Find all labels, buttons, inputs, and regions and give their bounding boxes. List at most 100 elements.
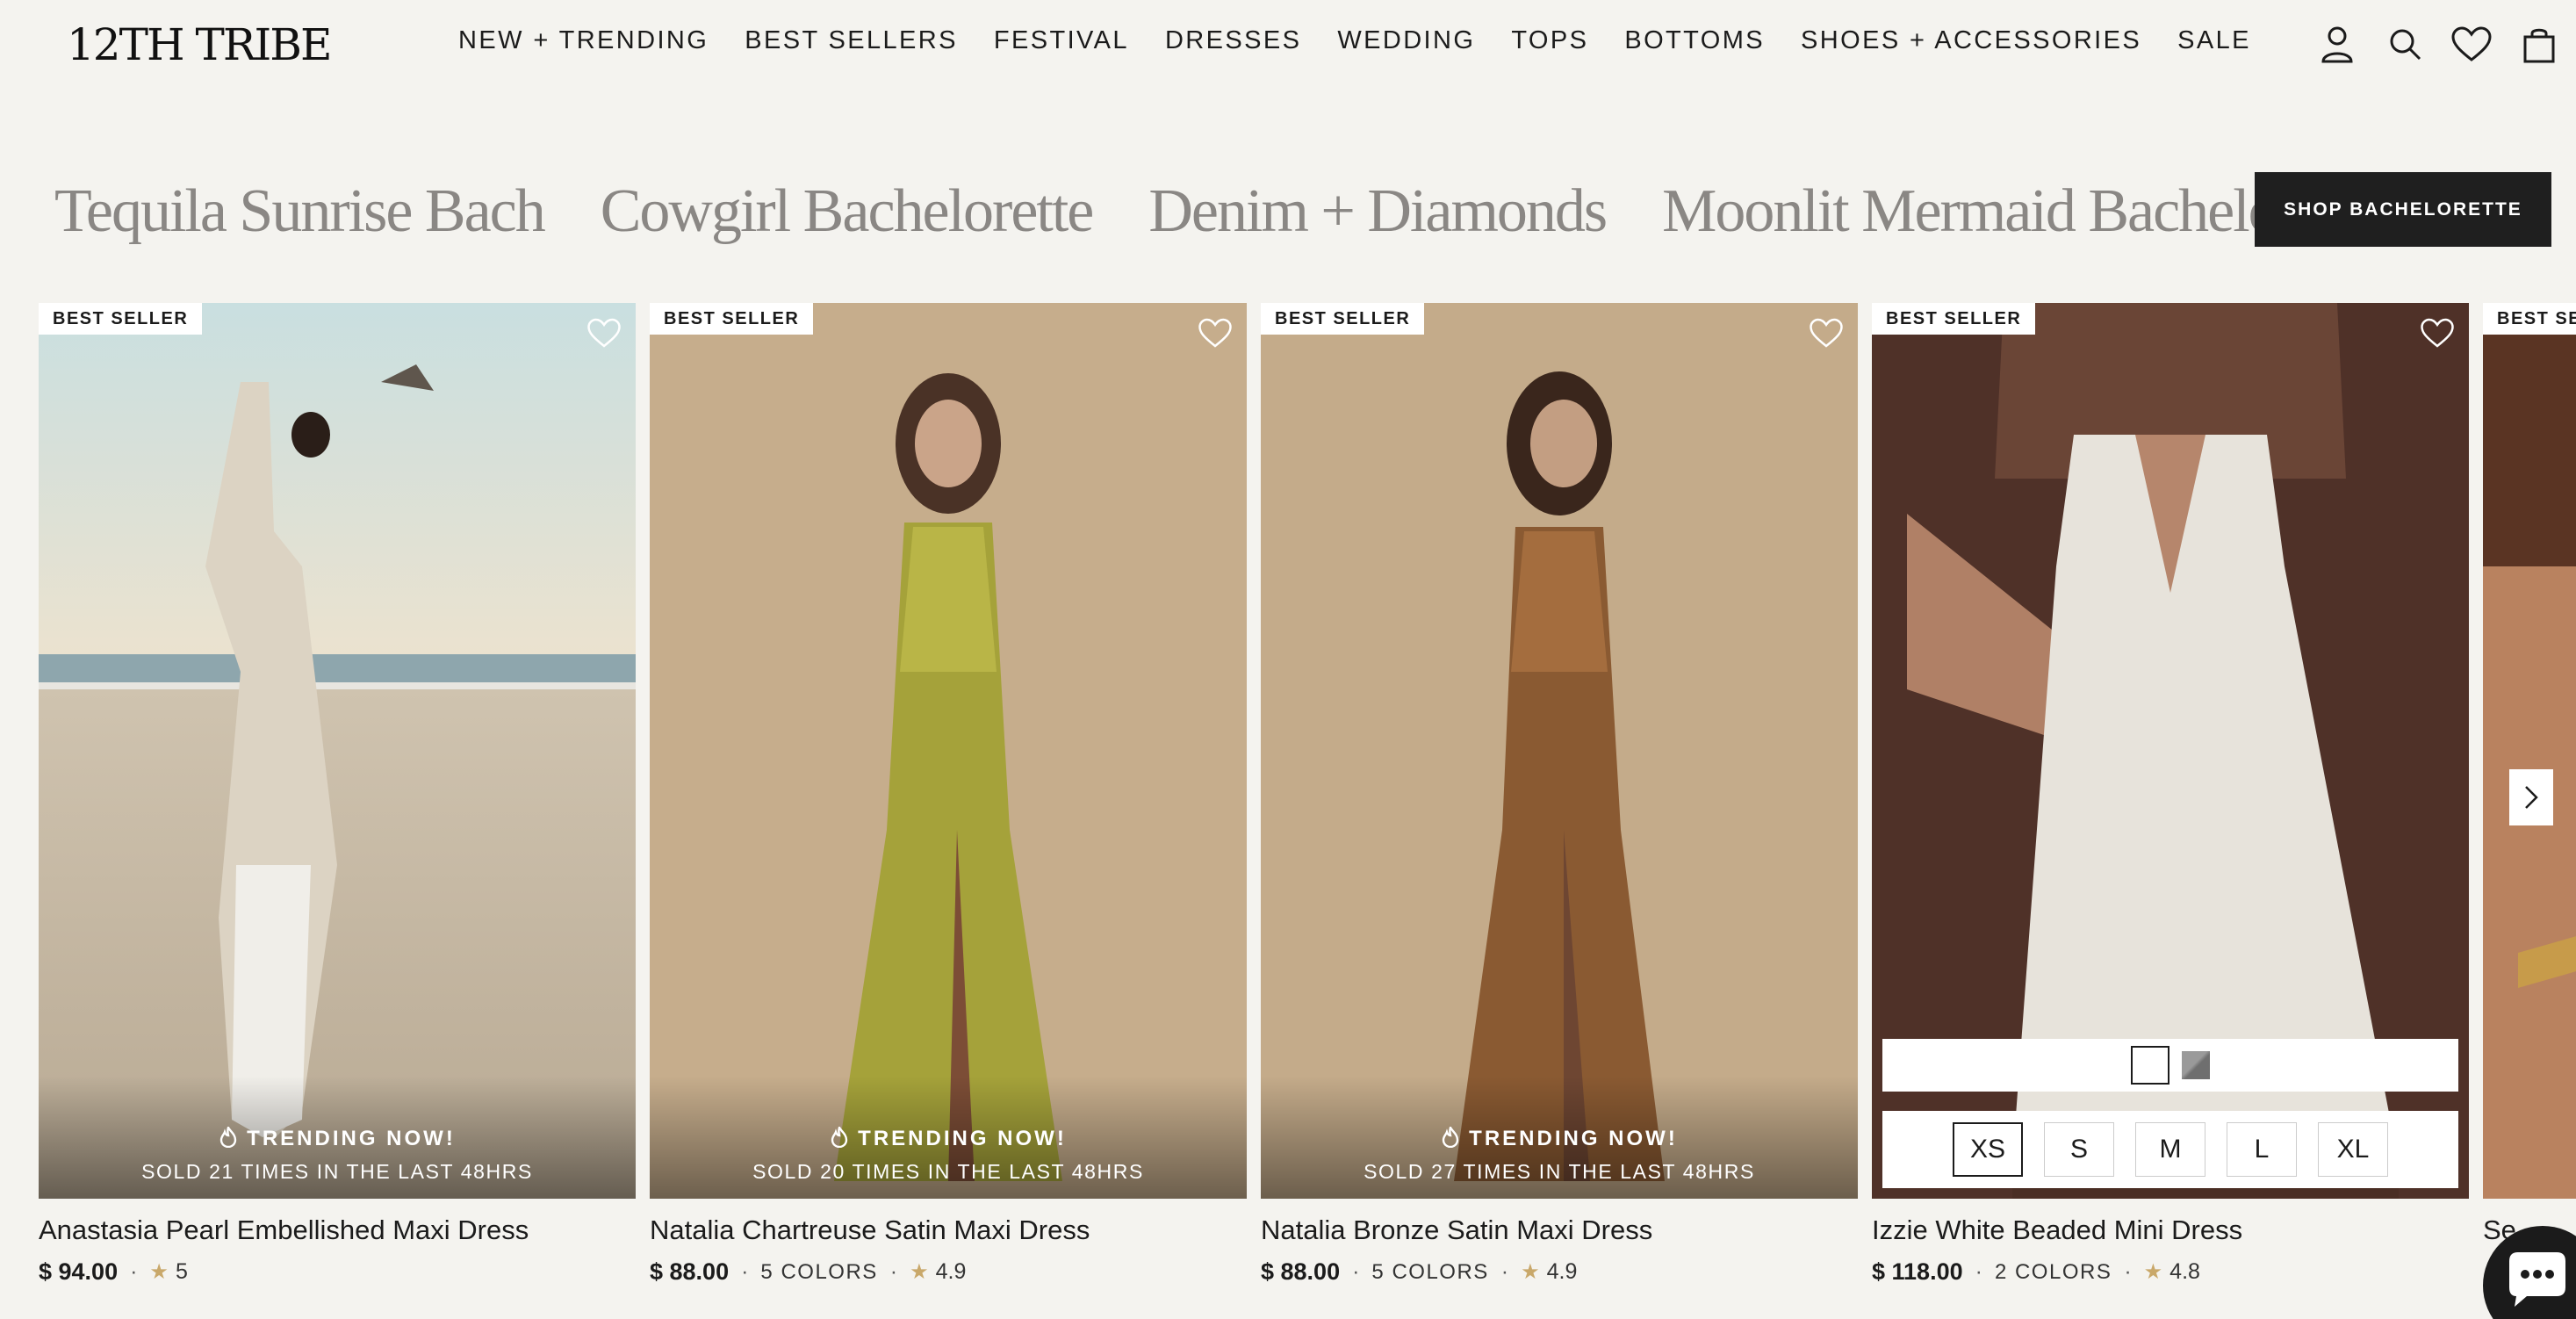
swatch-grey[interactable] <box>2182 1051 2210 1079</box>
best-seller-badge: BEST SE <box>2483 303 2576 335</box>
wishlist-heart-icon[interactable] <box>2420 315 2455 350</box>
nav-item-sale[interactable]: SALE <box>2177 26 2251 55</box>
wishlist-heart-icon[interactable] <box>1198 315 1233 350</box>
product-name[interactable]: Izzie White Beaded Mini Dress <box>1872 1213 2469 1248</box>
nav-item-dresses[interactable]: DRESSES <box>1165 26 1301 55</box>
product-color-count[interactable]: 5 COLORS <box>760 1260 877 1285</box>
collection-denim-diamonds[interactable]: Denim + Diamonds <box>1148 172 1608 251</box>
beach-photo <box>39 303 636 1199</box>
product-color-count[interactable]: 2 COLORS <box>1995 1260 2112 1285</box>
nav-item-new-trending[interactable]: NEW + TRENDING <box>458 26 709 55</box>
star-icon: ★ <box>149 1260 169 1284</box>
size-xl[interactable]: XL <box>2318 1122 2388 1177</box>
product-rating: 4.8 <box>2169 1259 2200 1284</box>
trending-label: TRENDING NOW! <box>1469 1127 1678 1150</box>
separator: · <box>1975 1259 1982 1284</box>
product-image[interactable]: BEST SELLER TRENDING NOW! SOLD 21 TIMES … <box>39 303 636 1199</box>
product-card[interactable]: BEST SELLER TRENDING NOW! SOLD 27 TIMES … <box>1261 303 1858 1286</box>
nav-item-wedding[interactable]: WEDDING <box>1337 26 1475 55</box>
product-image[interactable]: BEST SELLER TRENDING NOW! SOLD 20 TIMES … <box>650 303 1247 1199</box>
bronze-dress-photo <box>1261 303 1858 1199</box>
best-seller-badge: BEST SELLER <box>1261 303 1425 335</box>
trending-overlay: TRENDING NOW! SOLD 20 TIMES IN THE LAST … <box>650 1076 1247 1199</box>
best-seller-badge: BEST SELLER <box>650 303 814 335</box>
product-image[interactable]: BEST SE <box>2483 303 2576 1199</box>
wishlist-heart-icon[interactable] <box>1809 315 1844 350</box>
search-icon[interactable] <box>2380 19 2429 68</box>
chat-bubble-icon <box>2509 1252 2565 1307</box>
product-image[interactable]: BEST SELLER XS S M L XL <box>1872 303 2469 1199</box>
product-price: $ 118.00 <box>1872 1258 1963 1285</box>
star-icon: ★ <box>910 1260 929 1284</box>
product-price: $ 94.00 <box>39 1258 119 1285</box>
chat-widget-button[interactable] <box>2483 1226 2576 1319</box>
flame-icon <box>219 1127 237 1148</box>
main-nav: NEW + TRENDING BEST SELLERS FESTIVAL DRE… <box>458 26 2287 55</box>
trending-label: TRENDING NOW! <box>858 1127 1067 1150</box>
product-name[interactable]: Anastasia Pearl Embellished Maxi Dress <box>39 1213 636 1248</box>
size-s[interactable]: S <box>2044 1122 2114 1177</box>
best-seller-badge: BEST SELLER <box>39 303 203 335</box>
carousel-next-button[interactable] <box>2509 769 2553 825</box>
separator: · <box>1352 1259 1360 1284</box>
product-meta: $ 94.00 · ★ 5 <box>39 1258 636 1286</box>
separator: · <box>130 1259 138 1284</box>
color-swatch-bar <box>1882 1039 2458 1092</box>
star-icon: ★ <box>2143 1260 2163 1284</box>
flame-icon <box>1442 1127 1459 1148</box>
product-meta: $ 88.00 · 5 COLORS · ★ 4.9 <box>650 1258 1247 1286</box>
separator: · <box>1500 1259 1509 1284</box>
nav-item-best-sellers[interactable]: BEST SELLERS <box>745 26 958 55</box>
nav-item-tops[interactable]: TOPS <box>1511 26 1588 55</box>
size-xs[interactable]: XS <box>1953 1122 2023 1177</box>
chevron-right-icon <box>2525 786 2538 809</box>
collection-tequila-sunrise[interactable]: Tequila Sunrise Bach <box>54 172 546 251</box>
product-rating: 5 <box>175 1259 188 1284</box>
collection-links: Tequila Sunrise Bach Cowgirl Bachelorett… <box>54 172 2434 251</box>
best-seller-badge: BEST SELLER <box>1872 303 2036 335</box>
product-rating: 4.9 <box>1546 1259 1578 1284</box>
wishlist-heart-icon[interactable] <box>586 315 622 350</box>
size-m[interactable]: M <box>2135 1122 2205 1177</box>
shop-bachelorette-button[interactable]: SHOP BACHELORETTE <box>2255 172 2551 247</box>
brand-logo[interactable]: 12TH TRIBE <box>67 18 332 72</box>
collection-cowgirl[interactable]: Cowgirl Bachelorette <box>601 172 1095 251</box>
site-header: 12TH TRIBE NEW + TRENDING BEST SELLERS F… <box>0 0 2576 91</box>
trending-overlay: TRENDING NOW! SOLD 27 TIMES IN THE LAST … <box>1261 1076 1858 1199</box>
nav-item-shoes-accessories[interactable]: SHOES + ACCESSORIES <box>1801 26 2141 55</box>
product-name[interactable]: Natalia Bronze Satin Maxi Dress <box>1261 1213 1858 1248</box>
chartreuse-dress-photo <box>650 303 1247 1199</box>
separator: · <box>741 1259 749 1284</box>
wishlist-icon[interactable] <box>2447 19 2496 68</box>
trending-sold-count: SOLD 21 TIMES IN THE LAST 48HRS <box>141 1160 533 1183</box>
product-color-count[interactable]: 5 COLORS <box>1371 1260 1488 1285</box>
product-card[interactable]: BEST SELLER TRENDING NOW! SOLD 20 TIMES … <box>650 303 1247 1286</box>
partial-product-photo <box>2483 303 2576 1199</box>
separator: · <box>889 1259 898 1284</box>
product-image[interactable]: BEST SELLER TRENDING NOW! SOLD 27 TIMES … <box>1261 303 1858 1199</box>
nav-item-festival[interactable]: FESTIVAL <box>994 26 1129 55</box>
star-icon: ★ <box>1521 1260 1540 1284</box>
product-name[interactable]: Natalia Chartreuse Satin Maxi Dress <box>650 1213 1247 1248</box>
product-price: $ 88.00 <box>650 1258 730 1285</box>
trending-label: TRENDING NOW! <box>247 1127 456 1150</box>
product-carousel: BEST SELLER TRENDING NOW! SOLD 21 TIMES … <box>0 303 2576 1319</box>
product-rating: 4.9 <box>935 1259 967 1284</box>
size-selector: XS S M L XL <box>1882 1111 2458 1188</box>
product-card[interactable]: BEST SELLER XS S M L XL Izzie White Bead… <box>1872 303 2469 1286</box>
trending-sold-count: SOLD 27 TIMES IN THE LAST 48HRS <box>1364 1160 1755 1183</box>
product-meta: $ 118.00 · 2 COLORS · ★ 4.8 <box>1872 1258 2469 1286</box>
separator: · <box>2124 1259 2132 1284</box>
account-icon[interactable] <box>2313 19 2362 68</box>
nav-item-bottoms[interactable]: BOTTOMS <box>1624 26 1765 55</box>
header-icons <box>2313 19 2576 72</box>
flame-icon <box>831 1127 848 1148</box>
trending-sold-count: SOLD 20 TIMES IN THE LAST 48HRS <box>752 1160 1144 1183</box>
size-l[interactable]: L <box>2227 1122 2297 1177</box>
product-card[interactable]: BEST SELLER TRENDING NOW! SOLD 21 TIMES … <box>39 303 636 1286</box>
product-price: $ 88.00 <box>1261 1258 1341 1285</box>
swatch-white[interactable] <box>2131 1046 2169 1085</box>
trending-overlay: TRENDING NOW! SOLD 21 TIMES IN THE LAST … <box>39 1076 636 1199</box>
product-meta: $ 88.00 · 5 COLORS · ★ 4.9 <box>1261 1258 1858 1286</box>
bag-icon[interactable] <box>2515 19 2564 68</box>
